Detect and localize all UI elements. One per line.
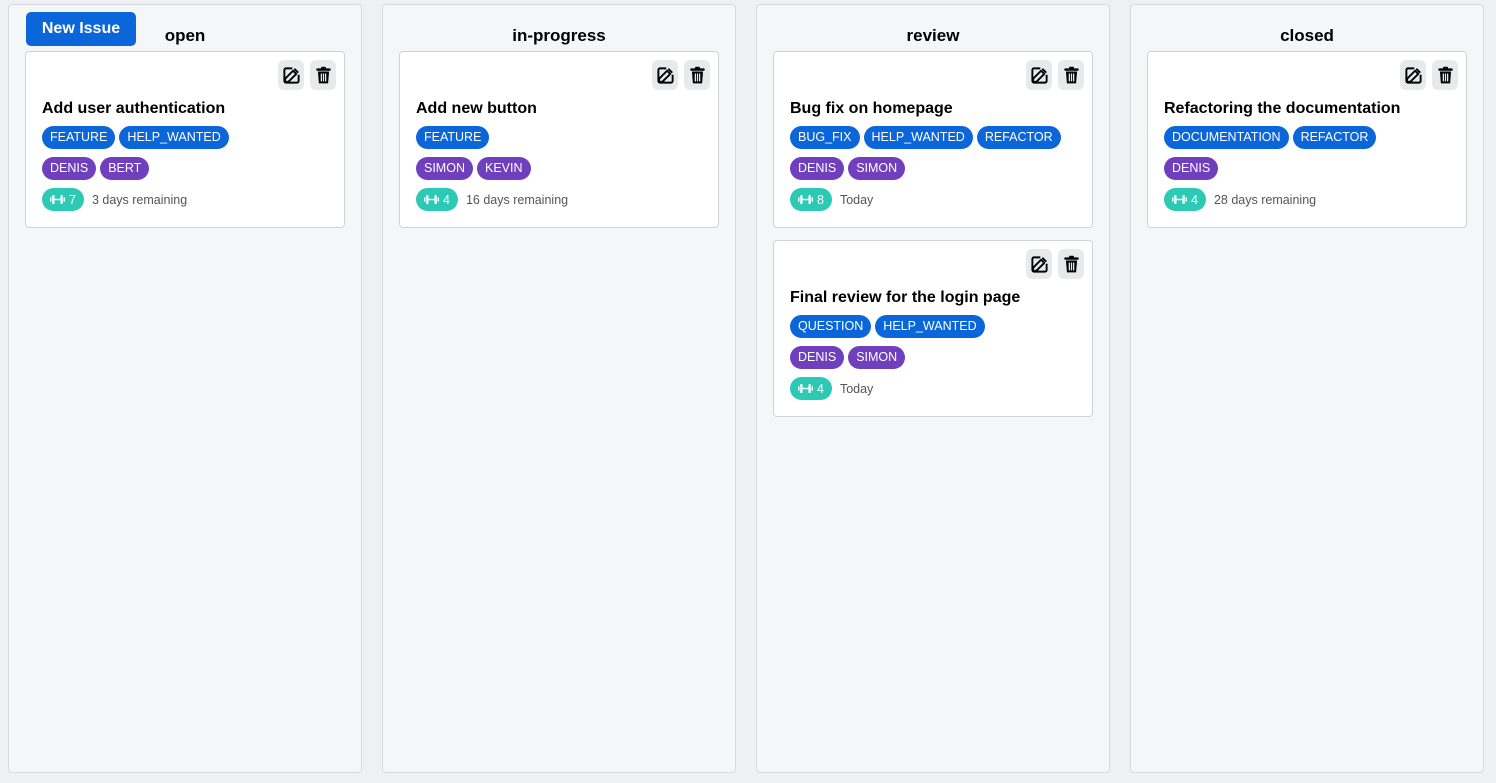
label-badge: HELP_WANTED bbox=[875, 315, 985, 338]
edit-button[interactable] bbox=[652, 60, 678, 90]
label-badge: FEATURE bbox=[416, 126, 490, 149]
delete-button[interactable] bbox=[1432, 60, 1458, 90]
column-review: review Bug fix on homepage BUG_FIX HELP_… bbox=[756, 4, 1110, 773]
assignee-badge: SIMON bbox=[416, 157, 473, 180]
label-badge: HELP_WANTED bbox=[119, 126, 229, 149]
column-title: in-progress bbox=[512, 26, 606, 45]
edit-button[interactable] bbox=[1026, 60, 1052, 90]
delete-button[interactable] bbox=[310, 60, 336, 90]
weight-badge: 7 bbox=[42, 188, 84, 211]
label-badge: REFACTOR bbox=[1292, 126, 1377, 149]
weight-badge: 8 bbox=[790, 188, 832, 211]
trash-icon bbox=[1063, 66, 1079, 83]
weight-value: 4 bbox=[443, 192, 450, 207]
weight-badge: 4 bbox=[416, 188, 458, 211]
edit-icon bbox=[1030, 255, 1048, 273]
label-badge: FEATURE bbox=[42, 126, 116, 149]
issue-title: Refactoring the documentation bbox=[1164, 100, 1401, 117]
edit-button[interactable] bbox=[278, 60, 304, 90]
due-date: 3 days remaining bbox=[91, 192, 188, 207]
label-badge: DOCUMENTATION bbox=[1164, 126, 1289, 149]
trash-icon bbox=[1063, 255, 1079, 272]
label-list: DOCUMENTATION REFACTOR bbox=[1164, 126, 1377, 149]
issue-card[interactable]: Refactoring the documentation DOCUMENTAT… bbox=[1147, 51, 1467, 228]
dumbbell-icon bbox=[798, 384, 813, 393]
delete-button[interactable] bbox=[1058, 60, 1084, 90]
weight-badge: 4 bbox=[790, 377, 832, 400]
assignee-list: DENIS bbox=[1164, 157, 1219, 180]
issue-title: Add new button bbox=[416, 100, 537, 117]
assignee-list: DENIS SIMON bbox=[790, 157, 906, 180]
label-list: FEATURE bbox=[416, 126, 490, 149]
trash-icon bbox=[315, 66, 331, 83]
weight-value: 4 bbox=[1191, 192, 1198, 207]
dumbbell-icon bbox=[424, 195, 439, 204]
issue-card[interactable]: Final review for the login page QUESTION… bbox=[773, 240, 1093, 417]
edit-button[interactable] bbox=[1026, 249, 1052, 279]
column-open: open New Issue Add user authentication F… bbox=[8, 4, 362, 773]
delete-button[interactable] bbox=[1058, 249, 1084, 279]
column-title: closed bbox=[1280, 26, 1334, 45]
assignee-badge: BERT bbox=[100, 157, 150, 180]
weight-value: 4 bbox=[817, 381, 824, 396]
issue-meta: 8 Today bbox=[790, 188, 873, 211]
weight-value: 8 bbox=[817, 192, 824, 207]
assignee-badge: SIMON bbox=[848, 346, 906, 369]
label-badge: QUESTION bbox=[790, 315, 872, 338]
edit-icon bbox=[282, 66, 300, 84]
issue-meta: 4 16 days remaining bbox=[416, 188, 568, 211]
issue-meta: 4 28 days remaining bbox=[1164, 188, 1316, 211]
column-closed: closed Refactoring the documentation DOC… bbox=[1130, 4, 1484, 773]
issue-meta: 4 Today bbox=[790, 377, 873, 400]
column-in-progress: in-progress Add new button FEATURE SIMON… bbox=[382, 4, 736, 773]
issue-card[interactable]: Bug fix on homepage BUG_FIX HELP_WANTED … bbox=[773, 51, 1093, 228]
label-list: FEATURE HELP_WANTED bbox=[42, 126, 229, 149]
edit-button[interactable] bbox=[1400, 60, 1426, 90]
issue-title: Bug fix on homepage bbox=[790, 100, 953, 117]
assignee-list: SIMON KEVIN bbox=[416, 157, 531, 180]
assignee-badge: SIMON bbox=[848, 157, 906, 180]
label-badge: BUG_FIX bbox=[790, 126, 860, 149]
label-list: BUG_FIX HELP_WANTED REFACTOR bbox=[790, 126, 1061, 149]
assignee-list: DENIS SIMON bbox=[790, 346, 906, 369]
label-badge: HELP_WANTED bbox=[863, 126, 973, 149]
assignee-badge: DENIS bbox=[790, 157, 845, 180]
assignee-badge: DENIS bbox=[790, 346, 845, 369]
issue-card[interactable]: Add new button FEATURE SIMON KEVIN 4 16 … bbox=[399, 51, 719, 228]
delete-button[interactable] bbox=[684, 60, 710, 90]
weight-value: 7 bbox=[69, 192, 76, 207]
due-date: 28 days remaining bbox=[1213, 192, 1317, 207]
assignee-badge: KEVIN bbox=[476, 157, 531, 180]
due-date: 16 days remaining bbox=[465, 192, 569, 207]
dumbbell-icon bbox=[50, 195, 65, 204]
column-title: review bbox=[906, 26, 960, 45]
due-date: Today bbox=[839, 381, 874, 396]
dumbbell-icon bbox=[798, 195, 813, 204]
edit-icon bbox=[1404, 66, 1422, 84]
due-date: Today bbox=[839, 192, 874, 207]
assignee-badge: DENIS bbox=[1164, 157, 1219, 180]
issue-card[interactable]: Add user authentication FEATURE HELP_WAN… bbox=[25, 51, 345, 228]
trash-icon bbox=[689, 66, 705, 83]
kanban-board: open New Issue Add user authentication F… bbox=[0, 0, 1496, 783]
new-issue-button[interactable]: New Issue bbox=[26, 12, 136, 46]
issue-title: Final review for the login page bbox=[790, 289, 1021, 306]
edit-icon bbox=[1030, 66, 1048, 84]
issue-meta: 7 3 days remaining bbox=[42, 188, 187, 211]
assignee-badge: DENIS bbox=[42, 157, 97, 180]
dumbbell-icon bbox=[1172, 195, 1187, 204]
weight-badge: 4 bbox=[1164, 188, 1206, 211]
label-list: QUESTION HELP_WANTED bbox=[790, 315, 985, 338]
trash-icon bbox=[1437, 66, 1453, 83]
assignee-list: DENIS BERT bbox=[42, 157, 150, 180]
edit-icon bbox=[656, 66, 674, 84]
issue-title: Add user authentication bbox=[42, 100, 226, 117]
label-badge: REFACTOR bbox=[976, 126, 1061, 149]
